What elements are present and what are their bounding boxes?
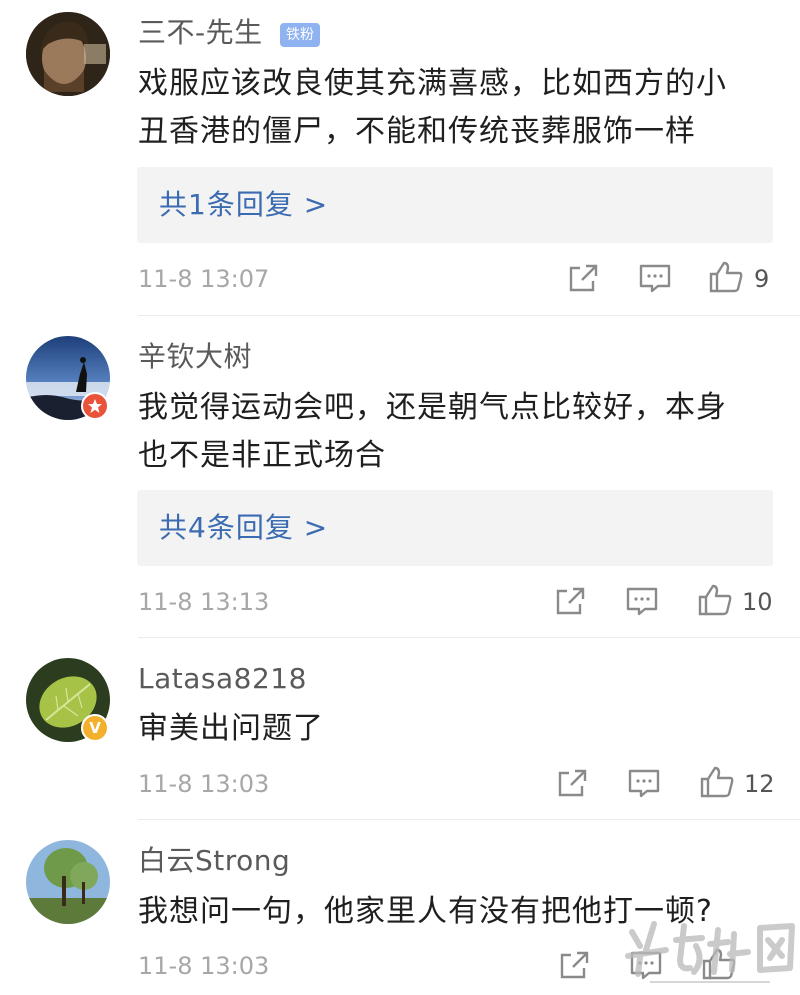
username[interactable]: 三不-先生 bbox=[138, 16, 263, 50]
like-button[interactable] bbox=[708, 260, 744, 298]
comment-item: 辛钦大树 我觉得运动会吧，还是朝气点比较好，本身 也不是非正式场合 共4条回复 … bbox=[0, 316, 800, 638]
fan-tag-badge: 铁粉 bbox=[280, 23, 320, 47]
thumbs-up-icon bbox=[698, 584, 732, 616]
reply-link[interactable]: 共1条回复 > bbox=[159, 187, 328, 223]
reply-button[interactable] bbox=[625, 585, 659, 621]
share-button[interactable] bbox=[566, 262, 600, 298]
share-button[interactable] bbox=[555, 767, 589, 803]
username[interactable]: Latasa8218 bbox=[138, 662, 307, 696]
avatar[interactable] bbox=[26, 840, 110, 924]
comment-item: V Latasa8218 审美出问题了 11-8 13:03 12 bbox=[0, 638, 800, 820]
reply-summary[interactable]: 共4条回复 > bbox=[137, 490, 773, 566]
comment-text-line: 我觉得运动会吧，还是朝气点比较好，本身 bbox=[138, 390, 727, 425]
thumbs-up-icon bbox=[709, 261, 743, 293]
like-count: 12 bbox=[744, 770, 775, 798]
v-glyph: V bbox=[89, 719, 101, 737]
reply-button[interactable] bbox=[627, 767, 661, 803]
portrait-photo-icon bbox=[26, 12, 110, 96]
timestamp: 11-8 13:03 bbox=[138, 952, 270, 980]
star-icon bbox=[88, 399, 102, 413]
timestamp: 11-8 13:07 bbox=[138, 265, 270, 293]
watermark-calligraphy-icon bbox=[625, 921, 795, 983]
watermark-logo bbox=[610, 910, 800, 991]
share-icon bbox=[556, 587, 585, 615]
comment-text-line: 审美出问题了 bbox=[138, 711, 324, 746]
comment-text-line: 丑香港的僵尸，不能和传统丧葬服饰一样 bbox=[138, 114, 696, 149]
username[interactable]: 白云Strong bbox=[138, 844, 290, 878]
like-button[interactable] bbox=[699, 765, 735, 803]
comment-icon bbox=[626, 587, 658, 616]
comment-text: 我觉得运动会吧，还是朝气点比较好，本身 也不是非正式场合 bbox=[138, 384, 778, 480]
reply-summary[interactable]: 共1条回复 > bbox=[137, 167, 773, 243]
verified-v-icon: V bbox=[81, 714, 109, 742]
comment-text-line: 戏服应该改良使其充满喜感，比如西方的小 bbox=[138, 66, 727, 101]
reply-button[interactable] bbox=[638, 262, 672, 298]
star-badge-icon bbox=[81, 392, 109, 420]
like-button[interactable] bbox=[697, 583, 733, 621]
thumbs-up-icon bbox=[700, 766, 734, 798]
share-button[interactable] bbox=[553, 585, 587, 621]
tree-photo-icon bbox=[26, 840, 110, 924]
share-icon bbox=[560, 951, 589, 979]
comment-icon bbox=[628, 769, 660, 798]
username[interactable]: 辛钦大树 bbox=[138, 340, 252, 374]
share-button[interactable] bbox=[557, 949, 591, 985]
timestamp: 11-8 13:13 bbox=[138, 588, 270, 616]
comment-text-line: 也不是非正式场合 bbox=[138, 438, 386, 473]
comment-icon bbox=[639, 264, 671, 293]
like-count: 10 bbox=[742, 588, 773, 616]
comment-item: 三不-先生 铁粉 戏服应该改良使其充满喜感，比如西方的小 丑香港的僵尸，不能和传… bbox=[0, 0, 800, 316]
like-count: 9 bbox=[754, 265, 770, 293]
avatar[interactable] bbox=[26, 12, 110, 96]
share-icon bbox=[558, 769, 587, 797]
timestamp: 11-8 13:03 bbox=[138, 770, 270, 798]
comment-text: 审美出问题了 bbox=[138, 705, 778, 753]
comment-text: 戏服应该改良使其充满喜感，比如西方的小 丑香港的僵尸，不能和传统丧葬服饰一样 bbox=[138, 60, 778, 156]
share-icon bbox=[569, 264, 598, 292]
reply-link[interactable]: 共4条回复 > bbox=[159, 510, 328, 546]
